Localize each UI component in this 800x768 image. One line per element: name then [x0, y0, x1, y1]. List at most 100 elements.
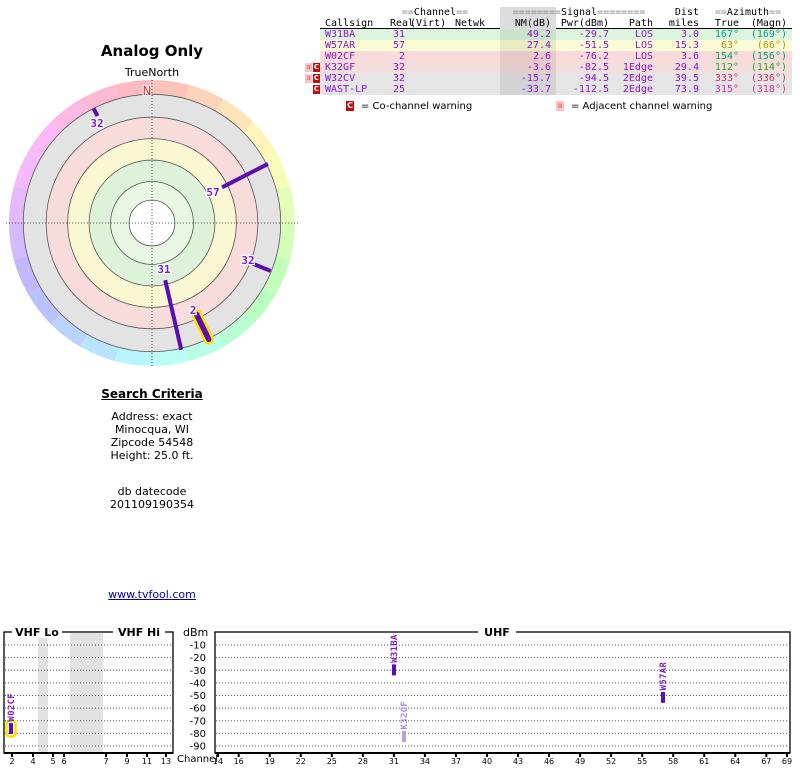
search-zipcode-line: Zipcode 54548 [110, 436, 194, 449]
column-header-magn: (Magn) [750, 18, 787, 29]
x-tick-label: 40 [482, 757, 492, 766]
frequency-gap-band [70, 633, 103, 752]
column-header-true: True [714, 18, 739, 29]
cell-miles: 3.6 [658, 51, 704, 62]
y-tick-label: -90 [190, 742, 206, 753]
cell-true: 315° [704, 84, 744, 95]
warning-markers [304, 7, 320, 18]
legend-co-channel-text: = Co-channel warning [361, 101, 473, 112]
x-tick-label: 6 [61, 757, 66, 766]
cell-magn: (169°) [744, 29, 792, 40]
cell-pwr: -76.2 [556, 51, 614, 62]
search-address-line: Address: exact [111, 410, 193, 423]
cell-callsign: K32GF [320, 62, 390, 73]
header-group-azimuth: ==Azimuth== [714, 7, 782, 18]
co-channel-warning-icon: C [313, 85, 320, 94]
search-city-line: Minocqua, WI [114, 423, 190, 436]
x-tick-label: 43 [513, 757, 523, 766]
search-criteria: Search Criteria Address: exact Minocqua,… [0, 388, 304, 512]
x-tick-label: 58 [668, 757, 678, 766]
station-row-wast-lp: C WAST-LP 25 -33.7 -112.5 2Edge 73.9 315° (318°) [304, 84, 792, 95]
x-tick-label: 25 [327, 757, 337, 766]
cell-callsign: W02CF [320, 51, 390, 62]
station-row-w02cf: W02CF 2 2.6 -76.2 LOS 3.6 154° (156°) [304, 51, 792, 62]
cell-nm: -33.7 [500, 84, 556, 95]
cell-miles: 73.9 [658, 84, 704, 95]
radar-station-label-w02cf: 2 [190, 304, 197, 317]
spectrum-chart: VHF Lo VHF Hi UHF dBm -10-20 -30-40 -50 -60-70 -… [3, 625, 792, 766]
radar-station-label-w31ba: 31 [157, 263, 171, 276]
cell-real: 25 [390, 84, 410, 95]
column-header-callsign: Callsign [325, 18, 374, 29]
x-tick-label: 19 [265, 757, 275, 766]
table-header-columns: Callsign Real (Virt) Netwk NM(dB) Pwr(dBm) Pat… [304, 18, 792, 29]
cell-virt [410, 84, 440, 95]
column-header-miles: miles [668, 18, 699, 29]
cell-netwk [440, 73, 500, 84]
y-tick-label: -60 [190, 704, 206, 715]
y-axis-label: dBm [183, 626, 208, 639]
section-label-vhf-lo: VHF Lo [15, 626, 59, 639]
section-label-uhf: UHF [484, 626, 510, 639]
spectrum-marker-label-k32gf: K32GF [400, 701, 410, 730]
x-tick-label: 7 [103, 757, 108, 766]
adjacent-channel-warning-icon: a [556, 101, 564, 111]
spectrum-marker-w31ba [392, 664, 396, 676]
cell-real: 57 [390, 40, 410, 51]
y-tick-label: -70 [190, 716, 206, 727]
cell-real: 32 [390, 62, 410, 73]
cell-miles: 3.0 [658, 29, 704, 40]
header-group-signal: ========Signal======== [500, 7, 658, 18]
radar-station-label-w32cv: 32 [90, 117, 103, 130]
x-tick-label: 61 [699, 757, 709, 766]
cell-magn: (318°) [744, 84, 792, 95]
x-tick-label: 64 [730, 757, 740, 766]
cell-virt [410, 40, 440, 51]
cell-nm: -3.6 [500, 62, 556, 73]
cell-nm: 27.4 [500, 40, 556, 51]
column-header-path: Path [628, 18, 653, 29]
x-tick-label: 46 [544, 757, 554, 766]
cell-path: 2Edge [614, 84, 658, 95]
cell-callsign: W57AR [320, 40, 390, 51]
column-header-netwk: Netwk [454, 18, 486, 29]
cell-callsign: W31BA [320, 29, 390, 40]
cell-virt [410, 62, 440, 73]
header-group-channel: ==Channel== [401, 7, 469, 18]
y-tick-label: -30 [190, 666, 206, 677]
x-tick-label: 69 [782, 757, 792, 766]
cell-real: 32 [390, 73, 410, 84]
cell-virt [410, 51, 440, 62]
adjacent-channel-warning-icon: a [305, 74, 312, 83]
cell-magn: (114°) [744, 62, 792, 73]
radar-chart-container: 31 57 2 32 32 N [0, 76, 310, 376]
station-row-k32gf: a C K32GF 32 -3.6 -82.5 1Edge 29.4 112° (114°) [304, 62, 792, 73]
cell-path: 2Edge [614, 73, 658, 84]
spectrum-marker-label-w57ar: W57AR [659, 662, 669, 691]
x-tick-label: 31 [389, 757, 399, 766]
cell-netwk [440, 62, 500, 73]
chart-frame [214, 631, 791, 754]
cell-true: 154° [704, 51, 744, 62]
column-header-nm: NM(dB) [500, 18, 556, 29]
spectrum-chart-container: VHF Lo VHF Hi UHF dBm -10 -20 -30 -40 -50 -60 -70 -… [0, 616, 800, 768]
co-channel-warning-icon: C [313, 63, 320, 72]
column-header-pwr: Pwr(dBm) [560, 18, 609, 29]
warning-markers [304, 18, 320, 29]
x-tick-label: 37 [451, 757, 461, 766]
tvfool-link[interactable]: www.tvfool.com [108, 588, 196, 601]
x-tick-label: 55 [637, 757, 647, 766]
cell-magn: (156°) [744, 51, 792, 62]
cell-miles: 29.4 [658, 62, 704, 73]
x-tick-label: 49 [575, 757, 585, 766]
cell-netwk [440, 40, 500, 51]
spectrum-marker-w02cf [9, 723, 13, 735]
adjacent-channel-warning-icon: a [305, 63, 312, 72]
column-header-virt: (Virt) [410, 18, 447, 29]
co-channel-warning-icon: C [313, 74, 320, 83]
cell-pwr: -29.7 [556, 29, 614, 40]
legend-adjacent-channel-text: = Adjacent channel warning [571, 101, 713, 112]
cell-virt [410, 73, 440, 84]
x-tick-label: 34 [420, 757, 430, 766]
cell-magn: (66°) [744, 40, 792, 51]
